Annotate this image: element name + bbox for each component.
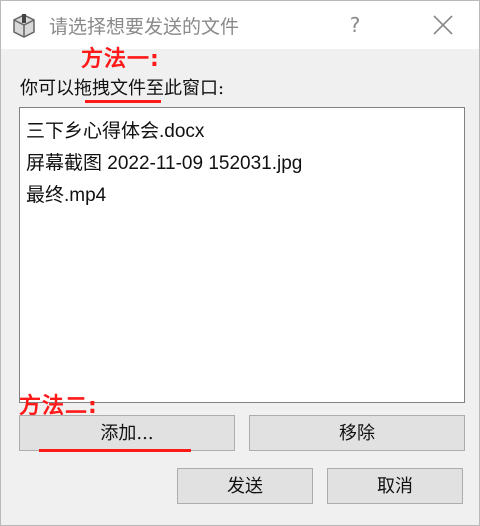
title-bar[interactable]: 请选择想要发送的文件 ? <box>1 1 479 49</box>
file-list[interactable]: 三下乡心得体会.docx 屏幕截图 2022-11-09 152031.jpg … <box>19 107 465 403</box>
annotation-underline-drag <box>85 100 161 103</box>
help-button[interactable]: ? <box>337 9 373 41</box>
close-icon <box>433 15 453 35</box>
window-title: 请选择想要发送的文件 <box>49 16 240 38</box>
list-item[interactable]: 屏幕截图 2022-11-09 152031.jpg <box>26 148 302 175</box>
list-item[interactable]: 三下乡心得体会.docx <box>26 116 204 143</box>
annotation-method-1: 方法一: <box>81 47 160 72</box>
cancel-button[interactable]: 取消 <box>327 468 463 504</box>
remove-button[interactable]: 移除 <box>249 415 465 451</box>
list-item[interactable]: 最终.mp4 <box>26 180 106 207</box>
app-box-icon <box>11 13 37 39</box>
drag-instruction: 你可以拖拽文件至此窗口: <box>20 78 225 99</box>
annotation-underline-add <box>39 449 191 452</box>
send-file-dialog: 请选择想要发送的文件 ? 方法一: 你可以拖拽文件至此窗口: 三下乡心得体会.d… <box>0 0 480 526</box>
send-button[interactable]: 发送 <box>177 468 313 504</box>
add-button[interactable]: 添加... <box>19 415 235 451</box>
close-button[interactable] <box>424 9 460 41</box>
